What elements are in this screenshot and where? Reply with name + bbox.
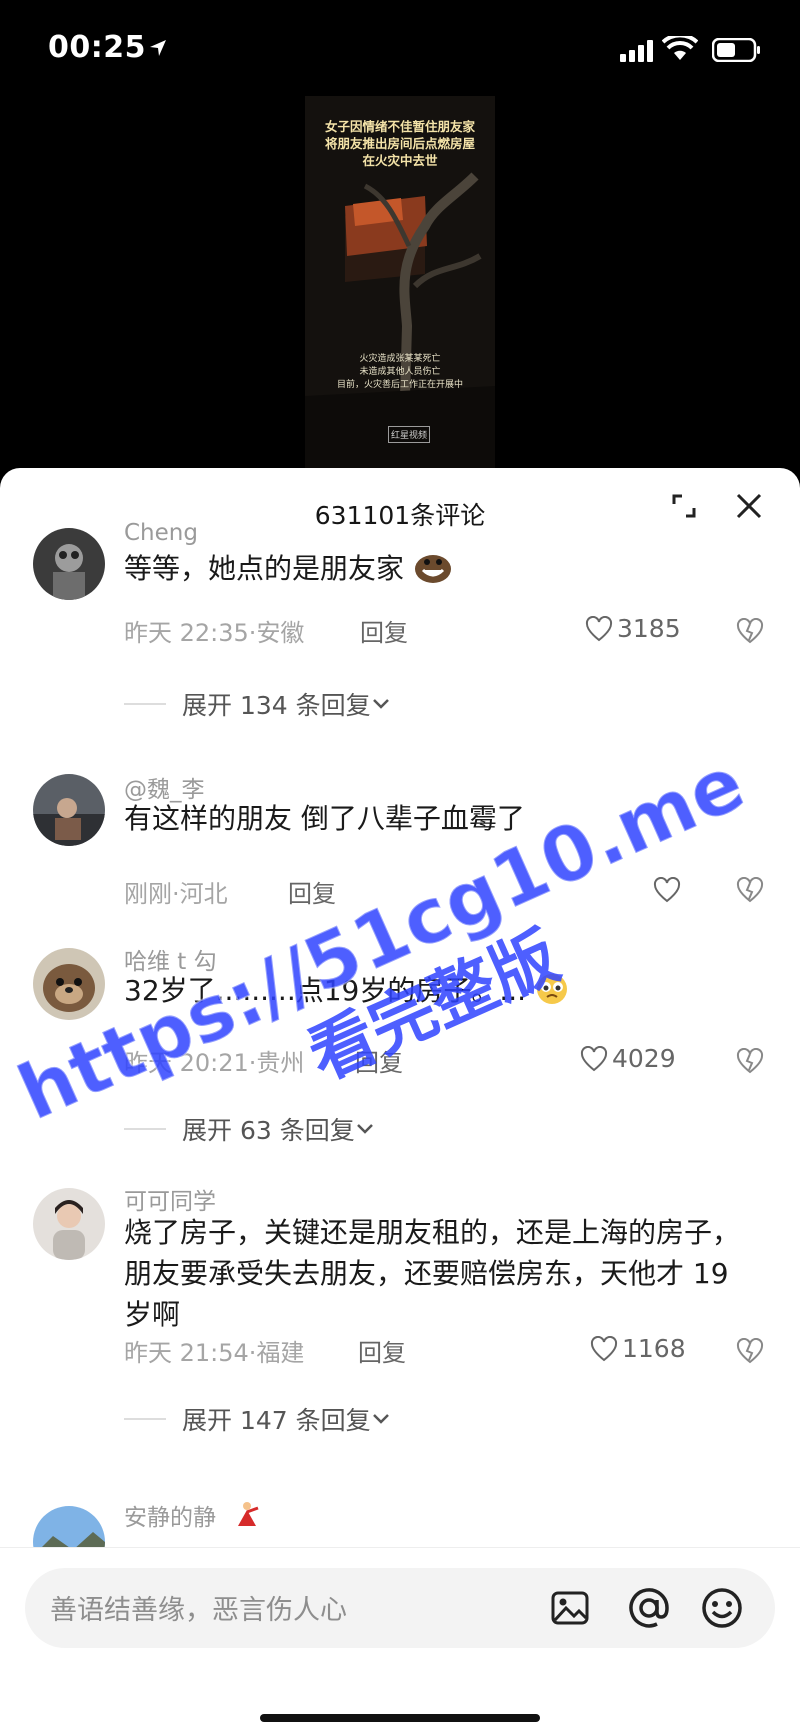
video-title-line: 在火灾中去世 <box>362 153 438 168</box>
like-count: 4029 <box>612 1044 676 1073</box>
image-icon[interactable] <box>550 1588 590 1628</box>
emoji-sticker-icon <box>414 555 451 583</box>
comment-text-content: 32岁了.........点19岁的房子。... <box>124 974 527 1007</box>
expand-replies-label: 展开 134 条回复 <box>182 691 371 720</box>
broken-heart-icon[interactable] <box>736 877 764 903</box>
comment-time: 昨天 20:21 <box>124 1049 249 1077</box>
expand-replies-button[interactable]: 展开 147 条回复 <box>124 1401 391 1437</box>
comment-meta: 昨天 22:35·安徽 <box>124 619 305 647</box>
signal-icon <box>620 40 653 62</box>
video-caption-line: 未造成其他人员伤亡 <box>359 367 441 377</box>
location-arrow-icon <box>150 40 166 56</box>
like-button[interactable]: 4029 <box>580 1044 676 1073</box>
video-logo: 红星视频 <box>388 426 431 443</box>
comment-time: 昨天 22:35 <box>124 619 249 647</box>
video-title-line: 女子因情绪不佳暂住朋友家 <box>324 119 475 134</box>
broken-heart-icon[interactable] <box>736 1048 764 1074</box>
crying-emoji-icon <box>536 974 567 1004</box>
chevron-down-icon <box>372 699 389 709</box>
avatar[interactable] <box>33 948 105 1020</box>
expand-icon[interactable] <box>670 492 698 520</box>
comments-sheet: 631101条评论 Cheng 等等，她点的是朋友家 昨天 22:35·安徽 回… <box>0 468 800 1733</box>
comment-text: 32岁了.........点19岁的房子。... <box>124 970 764 1011</box>
like-button[interactable]: 3185 <box>585 614 681 643</box>
comment-input-bar: 善语结善缘，恶言伤人心 <box>0 1547 800 1734</box>
comment-text: 烧了房子，关键还是朋友租的，还是上海的房子，朋友要承受失去朋友，还要赔偿房东，天… <box>124 1216 741 1331</box>
divider-line <box>124 1128 166 1130</box>
video-title-line: 将朋友推出房间后点燃房屋 <box>324 136 475 151</box>
wifi-icon <box>662 36 698 60</box>
comment-text: 等等，她点的是朋友家 <box>124 548 764 589</box>
video-title: 女子因情绪不佳暂住朋友家 将朋友推出房间后点燃房屋 在火灾中去世 <box>305 118 495 169</box>
divider-line <box>124 703 166 705</box>
comment-location: 河北 <box>179 880 228 908</box>
comment-location: 贵州 <box>256 1049 305 1077</box>
comment-input-placeholder: 善语结善缘，恶言伤人心 <box>50 1595 347 1626</box>
heart-icon[interactable] <box>653 877 681 903</box>
battery-icon <box>712 38 760 62</box>
heart-icon <box>585 615 613 641</box>
dancer-emoji-icon <box>238 1502 259 1526</box>
video-caption-line: 火灾造成张某某死亡 <box>359 354 441 364</box>
broken-heart-icon[interactable] <box>736 618 764 644</box>
comment-time: 昨天 21:54 <box>124 1339 249 1367</box>
like-count: 3185 <box>617 614 681 643</box>
emoji-icon[interactable] <box>700 1586 744 1630</box>
divider-line <box>124 1418 166 1420</box>
expand-replies-label: 展开 147 条回复 <box>182 1406 371 1435</box>
close-icon[interactable] <box>735 492 763 520</box>
comment-time: 刚刚 <box>124 880 172 908</box>
status-bar: 00:25 <box>0 0 800 100</box>
comment-input[interactable]: 善语结善缘，恶言伤人心 <box>25 1568 775 1648</box>
comment-location: 福建 <box>256 1339 305 1367</box>
expand-replies-button[interactable]: 展开 63 条回复 <box>124 1111 375 1147</box>
avatar[interactable] <box>33 774 105 846</box>
like-count: 1168 <box>622 1334 686 1363</box>
heart-icon <box>590 1335 618 1361</box>
at-icon[interactable] <box>627 1586 671 1630</box>
reply-button[interactable]: 回复 <box>358 1333 406 1368</box>
chevron-down-icon <box>356 1124 373 1134</box>
avatar[interactable] <box>33 528 105 600</box>
comment-username[interactable]: 可可同学 <box>124 1182 216 1216</box>
reply-button[interactable]: 回复 <box>360 613 408 648</box>
comment-username[interactable]: Cheng <box>124 520 198 546</box>
expand-replies-button[interactable]: 展开 134 条回复 <box>124 686 391 722</box>
home-indicator <box>260 1714 540 1722</box>
broken-heart-icon[interactable] <box>736 1338 764 1364</box>
comment-meta: 昨天 21:54·福建 <box>124 1339 305 1367</box>
video-caption-line: 目前，火灾善后工作正在开展中 <box>336 380 463 390</box>
comment-meta: 昨天 20:21·贵州 <box>124 1049 305 1077</box>
comment-text: 有这样的朋友 倒了八辈子血霉了 <box>124 802 525 835</box>
video-caption: 火灾造成张某某死亡 未造成其他人员伤亡 目前，火灾善后工作正在开展中 <box>305 353 495 392</box>
comment-username[interactable]: 安静的静 <box>124 1498 216 1532</box>
heart-icon <box>580 1045 608 1071</box>
avatar[interactable] <box>33 1188 105 1260</box>
video-thumbnail[interactable]: 女子因情绪不佳暂住朋友家 将朋友推出房间后点燃房屋 在火灾中去世 火灾造成张某某… <box>305 96 495 468</box>
like-button[interactable]: 1168 <box>590 1334 686 1363</box>
reply-button[interactable]: 回复 <box>288 874 336 909</box>
comment-text-content: 等等，她点的是朋友家 <box>124 552 405 585</box>
expand-replies-label: 展开 63 条回复 <box>182 1116 355 1145</box>
reply-button[interactable]: 回复 <box>355 1043 403 1078</box>
comment-location: 安徽 <box>256 619 305 647</box>
comment-meta: 刚刚·河北 <box>124 880 228 908</box>
chevron-down-icon <box>372 1414 389 1424</box>
status-time: 00:25 <box>48 30 146 65</box>
